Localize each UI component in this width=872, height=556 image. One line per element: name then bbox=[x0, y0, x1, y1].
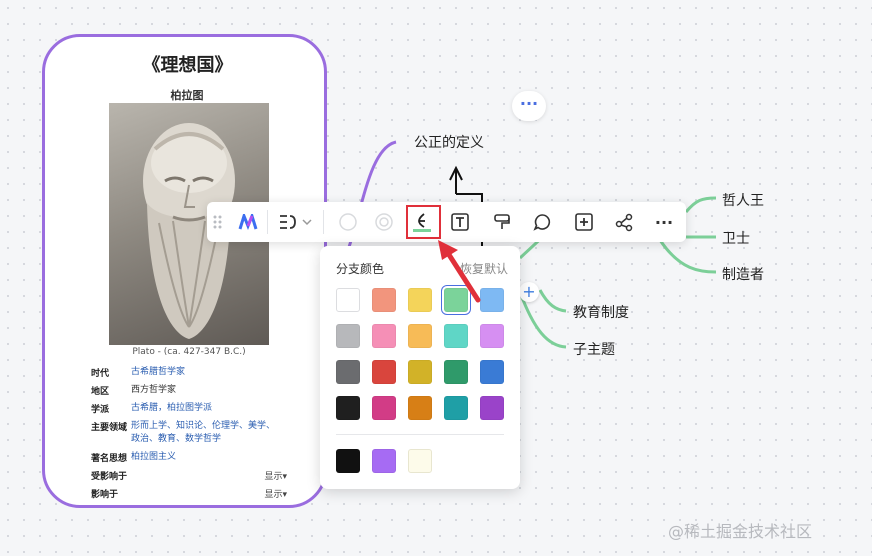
show-toggle[interactable]: 显示▾ bbox=[264, 469, 287, 482]
info-row-influenced-by: 受影响于 显示▾ bbox=[91, 469, 287, 482]
popup-divider bbox=[336, 434, 504, 435]
color-swatch[interactable] bbox=[336, 288, 360, 312]
image-caption: Plato - (ca. 427-347 B.C.) bbox=[132, 347, 246, 357]
color-swatch[interactable] bbox=[336, 324, 360, 348]
book-card[interactable]: 《理想国》 柏拉图 Plato - (ca. 427-347 B.C.) 时代 … bbox=[42, 34, 327, 508]
color-swatch[interactable] bbox=[372, 449, 396, 473]
color-swatch[interactable] bbox=[372, 360, 396, 384]
ai-logo-icon[interactable] bbox=[235, 210, 261, 234]
info-link[interactable]: 古希腊哲学家 bbox=[131, 366, 185, 379]
info-row-fields: 主要领域 形而上学、知识论、伦理学、美学、政治、教育、数学哲学 bbox=[91, 420, 287, 446]
add-node-icon[interactable] bbox=[571, 210, 597, 234]
color-swatch[interactable] bbox=[408, 288, 432, 312]
info-link[interactable]: 形而上学、知识论、伦理学、美学、政治、教育、数学哲学 bbox=[131, 420, 281, 446]
watermark: @稀土掘金技术社区 bbox=[668, 522, 813, 541]
color-swatch[interactable] bbox=[480, 324, 504, 348]
info-row-region: 地区 西方哲学家 bbox=[91, 384, 287, 397]
highlight-box bbox=[406, 205, 441, 239]
color-swatch[interactable] bbox=[372, 324, 396, 348]
info-row-school: 学派 古希腊，柏拉图学派 bbox=[91, 402, 287, 415]
info-key: 地区 bbox=[91, 387, 110, 397]
color-swatch[interactable] bbox=[372, 288, 396, 312]
node-border-icon[interactable] bbox=[371, 210, 397, 234]
add-node-plus-icon[interactable]: + bbox=[519, 282, 539, 302]
format-painter-icon[interactable] bbox=[489, 210, 515, 234]
color-swatch[interactable] bbox=[336, 360, 360, 384]
info-link[interactable]: 柏拉图主义 bbox=[131, 451, 176, 464]
info-key: 影响于 bbox=[91, 490, 119, 500]
node-maker[interactable]: 制造者 bbox=[722, 264, 764, 284]
chevron-down-icon[interactable] bbox=[299, 210, 315, 234]
node-shape-icon[interactable] bbox=[335, 210, 361, 234]
color-swatch[interactable] bbox=[408, 324, 432, 348]
info-value: 西方哲学家 bbox=[131, 385, 177, 395]
color-swatch[interactable] bbox=[336, 396, 360, 420]
node-guard[interactable]: 卫士 bbox=[722, 228, 750, 248]
node-justice[interactable]: 公正的定义 bbox=[414, 132, 484, 152]
more-bubble[interactable]: ··· bbox=[512, 91, 546, 121]
color-swatch[interactable] bbox=[372, 396, 396, 420]
text-style-icon[interactable] bbox=[447, 210, 473, 234]
node-subtopic[interactable]: 子主题 bbox=[573, 339, 615, 359]
branch-color-popup: 分支颜色 恢复默认 bbox=[320, 246, 520, 489]
color-swatch[interactable] bbox=[408, 449, 432, 473]
card-title: 《理想国》 bbox=[142, 55, 233, 76]
show-toggle[interactable]: 显示▾ bbox=[264, 487, 287, 500]
drag-handle-icon[interactable] bbox=[209, 210, 225, 234]
layout-icon[interactable] bbox=[275, 210, 301, 234]
color-swatch[interactable] bbox=[408, 396, 432, 420]
info-link[interactable]: 古希腊，柏拉图学派 bbox=[131, 402, 212, 415]
color-swatch[interactable] bbox=[408, 360, 432, 384]
color-swatch[interactable] bbox=[480, 360, 504, 384]
info-row-era: 时代 古希腊哲学家 bbox=[91, 366, 287, 379]
popup-title: 分支颜色 bbox=[336, 262, 385, 276]
info-key: 著名思想 bbox=[91, 454, 128, 464]
info-key: 主要领域 bbox=[91, 423, 128, 433]
red-arrow-icon bbox=[438, 240, 481, 303]
info-key: 时代 bbox=[91, 369, 110, 379]
relationship-icon[interactable] bbox=[611, 210, 637, 234]
node-philosopher-king[interactable]: 哲人王 bbox=[722, 190, 764, 210]
color-swatch[interactable] bbox=[444, 324, 468, 348]
info-key: 受影响于 bbox=[91, 472, 128, 482]
card-subtitle: 柏拉图 bbox=[170, 89, 204, 102]
color-swatch[interactable] bbox=[336, 449, 360, 473]
more-icon[interactable]: ··· bbox=[651, 210, 677, 234]
info-row-influenced: 影响于 显示▾ bbox=[91, 487, 287, 500]
node-education[interactable]: 教育制度 bbox=[573, 302, 629, 322]
color-swatch[interactable] bbox=[480, 396, 504, 420]
color-swatch[interactable] bbox=[444, 360, 468, 384]
info-key: 学派 bbox=[91, 405, 110, 415]
info-row-ideas: 著名思想 柏拉图主义 bbox=[91, 451, 287, 464]
comment-icon[interactable] bbox=[529, 210, 555, 234]
color-swatch[interactable] bbox=[444, 396, 468, 420]
